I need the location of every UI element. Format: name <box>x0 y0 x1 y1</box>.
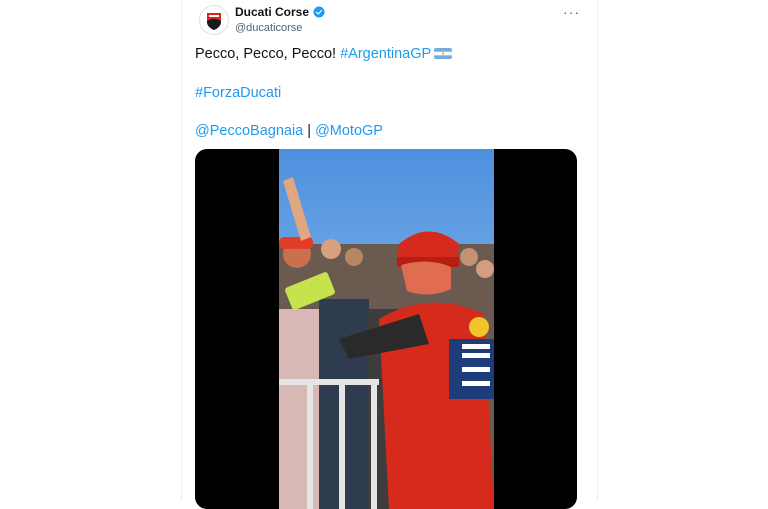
avatar[interactable] <box>199 5 229 35</box>
more-options-icon[interactable]: ··· <box>563 4 580 20</box>
video-frame[interactable] <box>279 149 494 509</box>
argentina-flag-icon <box>434 48 453 59</box>
tweet-text-line-2: #ForzaDucati <box>195 85 281 101</box>
tweet-text: Pecco, Pecco, Pecco! <box>195 46 341 62</box>
handle[interactable]: @ducaticorse <box>235 22 325 34</box>
ducati-logo-icon <box>207 13 221 30</box>
media-video[interactable] <box>195 149 577 509</box>
hashtag-argentinagp[interactable]: #ArgentinaGP <box>340 46 431 62</box>
mention-motogp[interactable]: @MotoGP <box>315 123 383 139</box>
mention-peccobagnaia[interactable]: @PeccoBagnaia <box>195 123 303 139</box>
tweet-author: Ducati Corse @ducaticorse <box>235 5 325 34</box>
tweet-text-line-3: @PeccoBagnaia | @MotoGP <box>195 123 383 139</box>
verified-badge-icon <box>313 6 325 18</box>
display-name[interactable]: Ducati Corse <box>235 5 309 19</box>
tweet-card[interactable]: Ducati Corse @ducaticorse ··· Pecco, Pec… <box>181 0 598 509</box>
hashtag-forzaducati[interactable]: #ForzaDucati <box>195 85 281 101</box>
separator: | <box>303 123 316 139</box>
video-still-image <box>279 149 494 509</box>
tweet-text-line-1: Pecco, Pecco, Pecco! #ArgentinaGP <box>195 46 453 62</box>
